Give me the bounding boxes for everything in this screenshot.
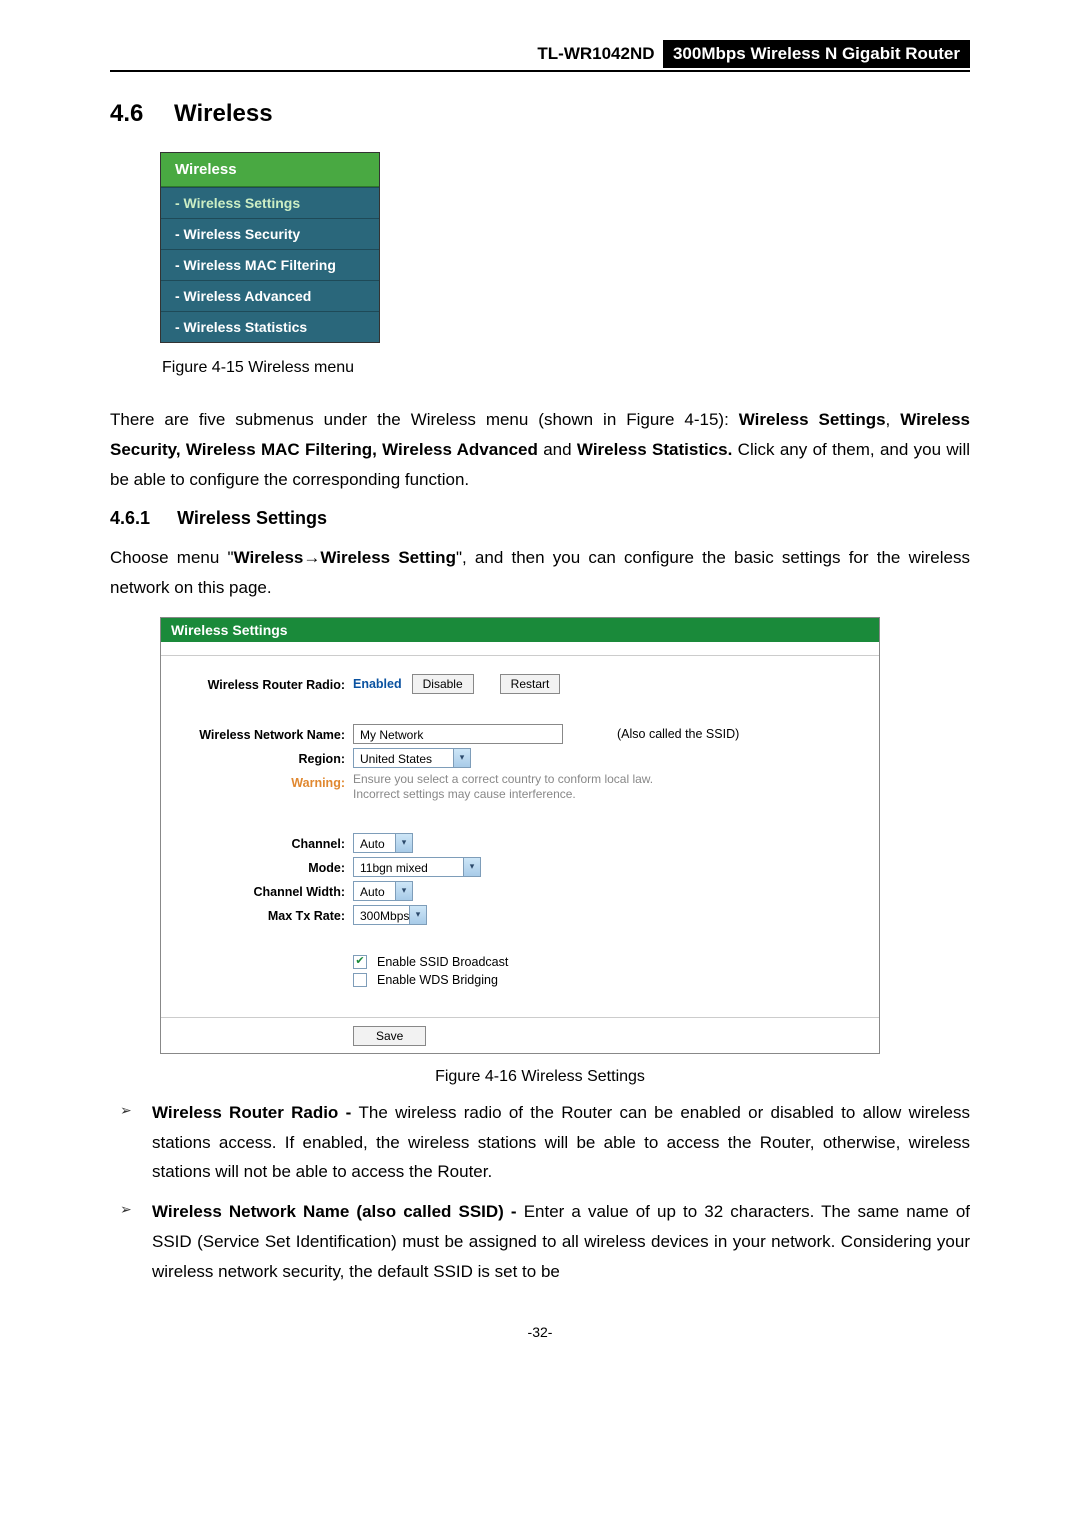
subsection-title: Wireless Settings [177, 508, 327, 528]
warning-label: Warning: [179, 772, 353, 803]
mode-label: Mode: [179, 857, 353, 877]
wireless-menu-figure: Wireless - Wireless Settings - Wireless … [160, 152, 380, 343]
menu-item-wireless-settings: - Wireless Settings [161, 187, 379, 218]
max-tx-rate-select[interactable]: 300Mbps ▾ [353, 905, 427, 925]
chevron-down-icon: ▾ [395, 881, 413, 901]
max-tx-rate-label: Max Tx Rate: [179, 905, 353, 925]
intro-paragraph: There are five submenus under the Wirele… [110, 405, 970, 494]
choose-bold: Wireless [234, 548, 304, 567]
radio-label: Wireless Router Radio: [179, 674, 353, 694]
menu-header: Wireless [161, 153, 379, 187]
region-label: Region: [179, 748, 353, 768]
ssid-broadcast-checkbox[interactable]: ✔ [353, 955, 367, 969]
page-number: -32- [110, 1324, 970, 1340]
intro-text: There are five submenus under the Wirele… [110, 410, 626, 429]
chevron-down-icon: ▾ [463, 857, 481, 877]
desc-title: Wireless Router Radio - [152, 1103, 359, 1122]
section-heading: 4.6 Wireless [110, 100, 970, 128]
menu-item-wireless-security: - Wireless Security [161, 218, 379, 249]
list-item: Wireless Router Radio - The wireless rad… [110, 1098, 970, 1187]
document-page: TL-WR1042ND 300Mbps Wireless N Gigabit R… [0, 0, 1080, 1370]
region-value: United States [353, 748, 453, 768]
figure-caption-16: Figure 4-16 Wireless Settings [110, 1068, 970, 1086]
subsection-heading: 4.6.1 Wireless Settings [110, 508, 970, 529]
header-model: TL-WR1042ND [529, 40, 658, 68]
figure-reference: Figure 4-15 [626, 410, 718, 429]
ssid-note: (Also called the SSID) [617, 727, 739, 741]
panel-body: Wireless Router Radio: Enabled Disable R… [161, 656, 879, 1017]
section-title: Wireless [174, 100, 273, 127]
intro-text: and [538, 440, 577, 459]
choose-bold: Wireless Setting [320, 548, 456, 567]
panel-title: Wireless Settings [161, 618, 879, 642]
channel-label: Channel: [179, 833, 353, 853]
warning-text-2: Incorrect settings may cause interferenc… [353, 787, 861, 803]
choose-menu-paragraph: Choose menu "Wireless→Wireless Setting",… [110, 543, 970, 603]
mode-value: 11bgn mixed [353, 857, 463, 877]
choose-text: Choose menu " [110, 548, 234, 567]
chevron-down-icon: ▾ [409, 905, 427, 925]
arrow-icon: → [303, 548, 320, 567]
panel-divider [161, 642, 879, 656]
menu-item-wireless-mac-filtering: - Wireless MAC Filtering [161, 249, 379, 280]
network-name-label: Wireless Network Name: [179, 724, 353, 744]
wireless-settings-panel: Wireless Settings Wireless Router Radio:… [160, 617, 880, 1054]
wds-bridging-label: Enable WDS Bridging [377, 973, 498, 987]
region-select[interactable]: United States ▾ [353, 748, 471, 768]
wds-bridging-checkbox[interactable] [353, 973, 367, 987]
ssid-broadcast-label: Enable SSID Broadcast [377, 955, 508, 969]
restart-button[interactable]: Restart [500, 674, 561, 694]
save-row: Save [161, 1017, 879, 1053]
list-item: Wireless Network Name (also called SSID)… [110, 1197, 970, 1286]
intro-bold: Wireless Settings [739, 410, 886, 429]
disable-button[interactable]: Disable [412, 674, 474, 694]
chevron-down-icon: ▾ [395, 833, 413, 853]
header-product: 300Mbps Wireless N Gigabit Router [663, 40, 970, 68]
figure-caption-15: Figure 4-15 Wireless menu [162, 359, 970, 377]
radio-enabled-status: Enabled [353, 677, 408, 691]
intro-bold: Wireless Statistics. [577, 440, 732, 459]
channel-width-value: Auto [353, 881, 395, 901]
intro-text: , [886, 410, 901, 429]
max-tx-rate-value: 300Mbps [353, 905, 409, 925]
channel-width-select[interactable]: Auto ▾ [353, 881, 413, 901]
chevron-down-icon: ▾ [453, 748, 471, 768]
channel-select[interactable]: Auto ▾ [353, 833, 413, 853]
mode-select[interactable]: 11bgn mixed ▾ [353, 857, 481, 877]
intro-text: ): [718, 410, 738, 429]
channel-width-label: Channel Width: [179, 881, 353, 901]
channel-value: Auto [353, 833, 395, 853]
desc-title: Wireless Network Name (also called SSID)… [152, 1202, 524, 1221]
warning-text-1: Ensure you select a correct country to c… [353, 772, 861, 788]
section-number: 4.6 [110, 100, 143, 127]
page-header: TL-WR1042ND 300Mbps Wireless N Gigabit R… [110, 40, 970, 72]
menu-item-wireless-advanced: - Wireless Advanced [161, 280, 379, 311]
subsection-number: 4.6.1 [110, 508, 150, 528]
save-button[interactable]: Save [353, 1026, 426, 1046]
description-list: Wireless Router Radio - The wireless rad… [110, 1098, 970, 1287]
menu-item-wireless-statistics: - Wireless Statistics [161, 311, 379, 342]
network-name-input[interactable]: My Network [353, 724, 563, 744]
